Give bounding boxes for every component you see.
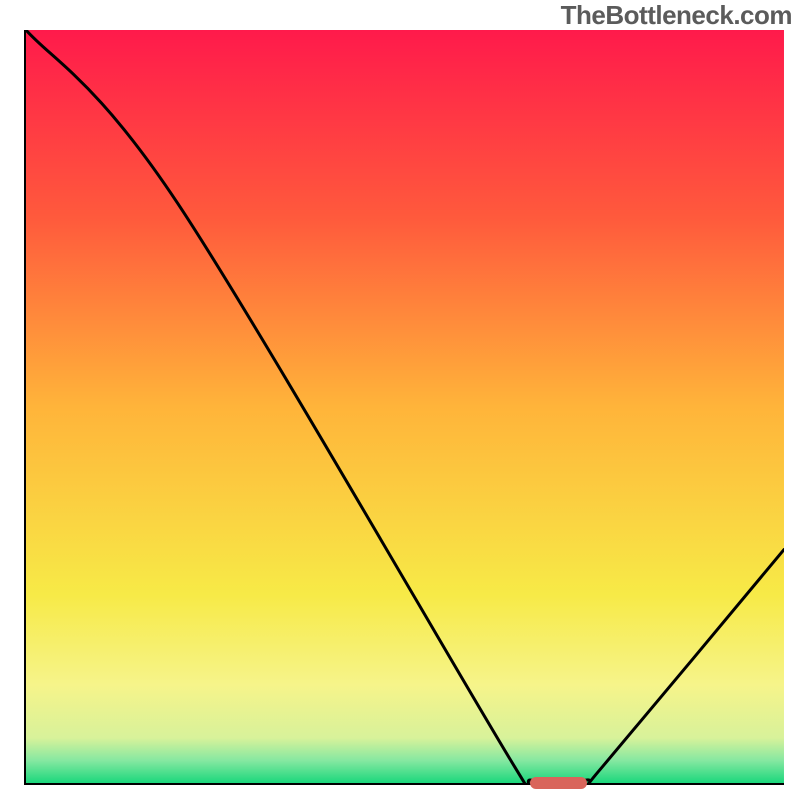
chart-plot-area xyxy=(24,30,784,785)
bottleneck-region-marker xyxy=(530,777,587,789)
bottleneck-curve xyxy=(26,30,784,783)
chart-stage: TheBottleneck.com xyxy=(0,0,800,800)
watermark-label: TheBottleneck.com xyxy=(561,0,792,31)
